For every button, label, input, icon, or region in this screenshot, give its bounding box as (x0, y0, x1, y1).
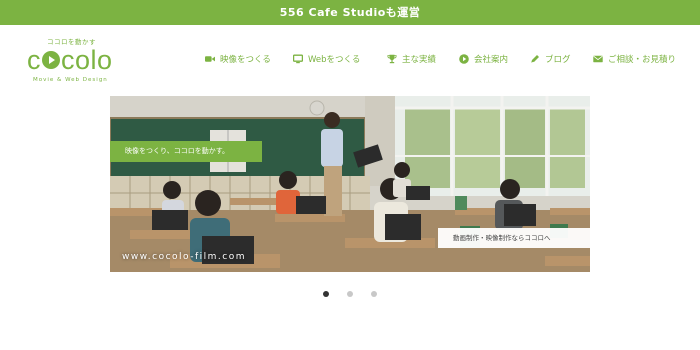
envelope-icon (593, 54, 603, 64)
logo-subtitle: Movie & Web Design (33, 77, 108, 83)
nav-item-works[interactable]: 主な実績 (387, 53, 436, 65)
main-navigation: 映像をつくる Webをつくる 主な実績 会社案内 ブログ ご相談・お見積り (0, 53, 700, 67)
top-announcement-bar: 556 Cafe Studioも運営 (0, 0, 700, 25)
nav-item-web[interactable]: Webをつくる (293, 53, 360, 65)
play-circle-icon (459, 54, 469, 64)
nav-item-company[interactable]: 会社案内 (459, 53, 508, 65)
nav-item-video[interactable]: 映像をつくる (205, 53, 271, 65)
hero-caption-secondary: 動画制作・映像制作ならココロへ (438, 228, 590, 248)
nav-item-label: 映像をつくる (220, 55, 271, 65)
video-camera-icon (205, 54, 215, 64)
hero-caption-primary: 映像をつくり、ココロを動かす。 (110, 141, 262, 162)
nav-item-label: 主な実績 (402, 55, 437, 65)
hero-slider[interactable]: 映像をつくり、ココロを動かす。 動画制作・映像制作ならココロへ www.coco… (110, 96, 590, 272)
carousel-pagination (0, 291, 700, 299)
pen-icon (530, 54, 540, 64)
nav-item-label: ブログ (545, 55, 571, 65)
announcement-text: 556 Cafe Studioも運営 (279, 6, 421, 19)
monitor-icon (293, 54, 303, 64)
carousel-dot-3[interactable] (371, 291, 377, 297)
carousel-dot-1[interactable] (323, 291, 329, 297)
nav-item-label: Webをつくる (308, 55, 361, 65)
nav-item-blog[interactable]: ブログ (530, 53, 571, 65)
carousel-dot-2[interactable] (347, 291, 353, 297)
trophy-icon (387, 54, 397, 64)
nav-item-label: ご相談・お見積り (608, 55, 677, 65)
hero-url-text: www.cocolo-film.com (122, 252, 246, 262)
nav-item-contact[interactable]: ご相談・お見積り (593, 53, 676, 65)
nav-item-label: 会社案内 (474, 55, 509, 65)
